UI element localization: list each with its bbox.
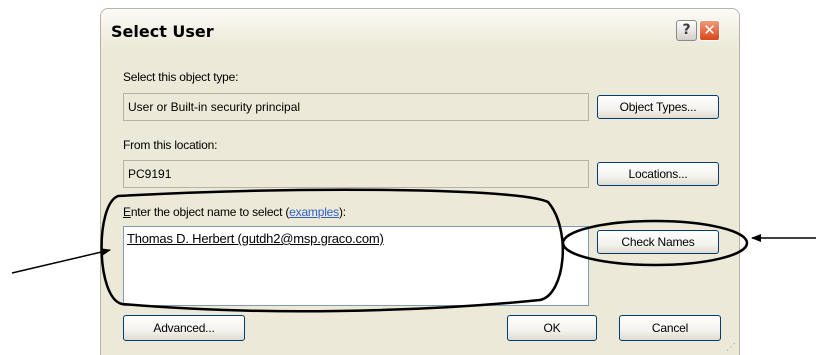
- ellipse-around-check-names: [561, 219, 749, 267]
- annotation-overlay: [11, 188, 816, 313]
- ellipse-around-name-field: [100, 188, 565, 313]
- left-arrow-to-name-field: [11, 248, 111, 274]
